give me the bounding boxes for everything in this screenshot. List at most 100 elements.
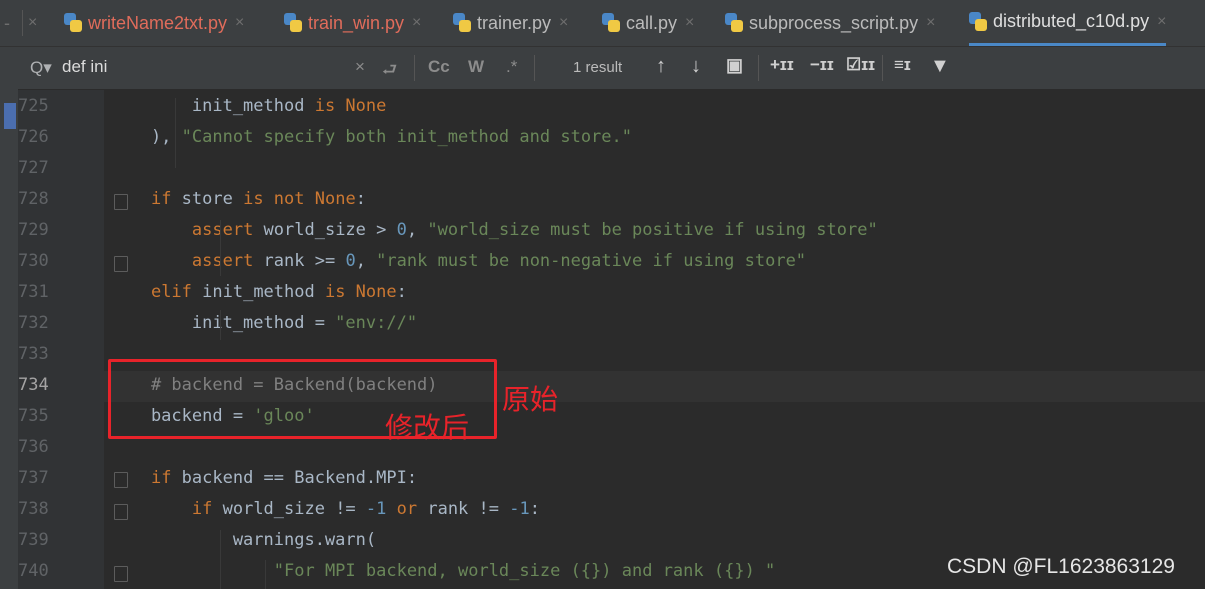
code-token: "For MPI backend, world_size ({}) and ra… bbox=[273, 561, 776, 581]
code-token: -1 bbox=[365, 499, 397, 519]
multiline-icon[interactable]: ≡ɪ bbox=[894, 55, 911, 75]
close-icon[interactable]: × bbox=[28, 14, 37, 32]
tab-close-ghost[interactable]: × bbox=[28, 0, 37, 46]
tab-train-win[interactable]: train_win.py × bbox=[284, 0, 421, 46]
add-selection-icon[interactable]: +ɪɪ bbox=[770, 55, 794, 75]
tab-writename2txt[interactable]: writeName2txt.py × bbox=[64, 0, 244, 46]
tabs-overflow[interactable]: - bbox=[0, 0, 22, 46]
code-token: store bbox=[181, 189, 244, 209]
line-number: 737 bbox=[18, 468, 49, 488]
code-token: "rank must be non-negative if using stor… bbox=[376, 251, 807, 271]
code-line[interactable]: elif init_method is None: bbox=[110, 282, 407, 302]
code-line[interactable]: ), "Cannot specify both init_method and … bbox=[110, 127, 632, 147]
clear-icon[interactable]: × bbox=[355, 57, 365, 77]
line-number: 740 bbox=[18, 561, 49, 581]
close-icon[interactable]: × bbox=[412, 14, 421, 32]
filter-icon[interactable]: ▼ bbox=[930, 55, 950, 78]
fold-marker-icon[interactable] bbox=[114, 256, 128, 272]
code-token: assert bbox=[191, 220, 264, 240]
select-all-icon[interactable]: ▣ bbox=[726, 55, 743, 76]
prev-occurrence-icon[interactable]: ↑ bbox=[656, 55, 666, 78]
project-tool-marker[interactable] bbox=[4, 103, 16, 129]
remove-selection-icon[interactable]: −ɪɪ bbox=[810, 55, 834, 75]
code-token: backend == Backend.MPI: bbox=[181, 468, 418, 488]
search-input[interactable]: def ini bbox=[62, 57, 107, 77]
match-case-icon[interactable]: Cc bbox=[428, 57, 450, 77]
code-token: : bbox=[529, 499, 540, 519]
search-result-count: 1 result bbox=[573, 59, 623, 76]
tab-subprocess-script[interactable]: subprocess_script.py × bbox=[725, 0, 935, 46]
code-line[interactable]: assert rank >= 0, "rank must be non-nega… bbox=[110, 251, 806, 271]
regex-icon[interactable]: .* bbox=[506, 57, 517, 77]
close-icon[interactable]: × bbox=[559, 14, 568, 32]
tab-label: distributed_c10d.py bbox=[993, 11, 1150, 31]
code-token: "world_size must be positive if using st… bbox=[427, 220, 878, 240]
code-token: rank != bbox=[427, 499, 510, 519]
code-line[interactable]: init_method is None bbox=[110, 96, 386, 116]
annotation-original-label: 原始 bbox=[502, 383, 559, 416]
fold-marker-icon[interactable] bbox=[114, 472, 128, 488]
fold-marker-icon[interactable] bbox=[114, 194, 128, 210]
fold-marker-icon[interactable] bbox=[114, 566, 128, 582]
line-number: 736 bbox=[18, 437, 49, 457]
code-line[interactable]: if backend == Backend.MPI: bbox=[110, 468, 417, 488]
code-token: world_size > bbox=[263, 220, 397, 240]
newline-icon[interactable]: ⮐ bbox=[382, 57, 397, 86]
close-icon[interactable]: × bbox=[685, 14, 694, 32]
python-file-icon bbox=[725, 13, 743, 33]
line-number: 726 bbox=[18, 127, 49, 147]
python-file-icon bbox=[602, 13, 620, 33]
line-number: 731 bbox=[18, 282, 49, 302]
code-line[interactable]: if world_size != -1 or rank != -1: bbox=[110, 499, 540, 519]
tab-distributed-c10d[interactable]: distributed_c10d.py × bbox=[969, 0, 1167, 46]
tab-call[interactable]: call.py × bbox=[602, 0, 694, 46]
line-number: 727 bbox=[18, 158, 49, 178]
code-token: ), bbox=[110, 127, 182, 147]
tab-trainer[interactable]: trainer.py × bbox=[453, 0, 568, 46]
close-icon[interactable]: × bbox=[235, 14, 244, 32]
code-token: or bbox=[396, 499, 428, 519]
tab-label: subprocess_script.py bbox=[749, 12, 919, 33]
tab-label: train_win.py bbox=[308, 12, 405, 33]
code-token: if bbox=[150, 468, 182, 488]
tab-label: trainer.py bbox=[477, 12, 552, 33]
line-number: 732 bbox=[18, 313, 49, 333]
code-token: init_method bbox=[202, 282, 325, 302]
close-icon[interactable]: × bbox=[1157, 13, 1166, 31]
code-token: is None bbox=[324, 282, 397, 302]
select-all-occurrences-icon[interactable]: ☑ɪɪ bbox=[846, 55, 875, 75]
find-bar: Q▾ def ini × ⮐ Cc W .* 1 result ↑ ↓ ▣ +ɪ… bbox=[18, 47, 1205, 90]
annotation-modified-label: 修改后 bbox=[385, 411, 470, 444]
code-token: is None bbox=[314, 96, 387, 116]
fold-marker-icon[interactable] bbox=[114, 504, 128, 520]
search-icon[interactable]: Q▾ bbox=[30, 58, 52, 78]
code-line[interactable]: init_method = "env://" bbox=[110, 313, 417, 333]
code-line[interactable]: if store is not None: bbox=[110, 189, 366, 209]
next-occurrence-icon[interactable]: ↓ bbox=[691, 55, 701, 78]
left-tool-strip bbox=[0, 0, 18, 589]
code-line[interactable]: "For MPI backend, world_size ({}) and ra… bbox=[110, 561, 776, 581]
line-number: 738 bbox=[18, 499, 49, 519]
close-icon[interactable]: - bbox=[4, 13, 10, 34]
words-icon[interactable]: W bbox=[468, 57, 484, 77]
code-token: elif bbox=[150, 282, 203, 302]
code-token: : bbox=[355, 189, 366, 209]
line-number: 728 bbox=[18, 189, 49, 209]
line-number: 730 bbox=[18, 251, 49, 271]
line-number: 739 bbox=[18, 530, 49, 550]
code-token: init_method = bbox=[110, 313, 336, 333]
close-icon[interactable]: × bbox=[926, 14, 935, 32]
code-token: 0 bbox=[345, 251, 356, 271]
editor-tab-bar: - × writeName2txt.py × train_win.py × tr… bbox=[0, 0, 1205, 47]
python-file-icon bbox=[453, 13, 471, 33]
code-token: , bbox=[355, 251, 377, 271]
code-token: world_size != bbox=[222, 499, 366, 519]
code-token: if bbox=[150, 189, 182, 209]
code-token: if bbox=[191, 499, 223, 519]
python-file-icon bbox=[969, 11, 987, 32]
code-line[interactable]: assert world_size > 0, "world_size must … bbox=[110, 220, 878, 240]
code-line[interactable]: warnings.warn( bbox=[110, 530, 376, 550]
